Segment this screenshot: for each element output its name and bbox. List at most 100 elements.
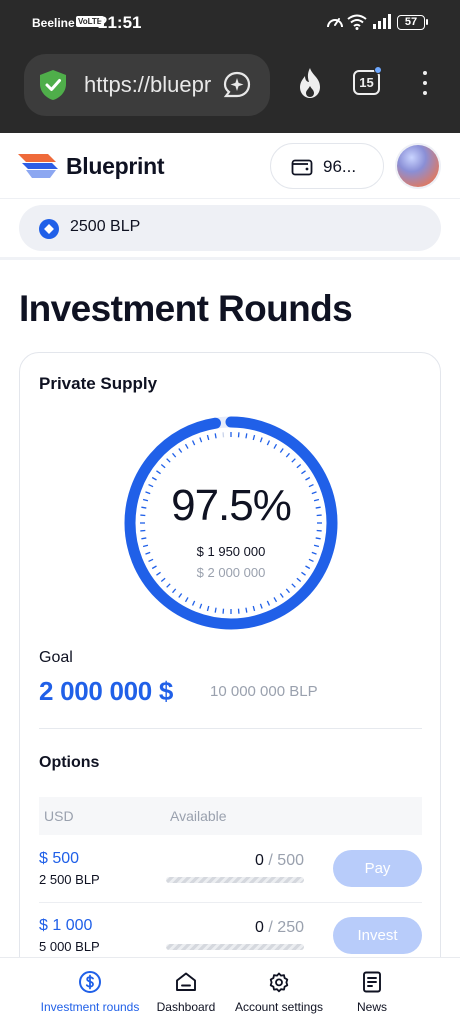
avatar[interactable] [397,145,439,187]
clock: 21:51 [98,13,142,32]
progress-tick [285,452,290,458]
url-text[interactable]: https://blueprint [84,72,212,98]
more-menu-icon[interactable] [422,71,428,101]
column-header-available: Available [170,808,227,824]
wallet-button[interactable]: 96... [270,143,384,189]
progress-tick [301,470,306,475]
table-row: $ 500 2 500 BLP 0 / 500 Pay [39,836,422,903]
brand-name[interactable]: Blueprint [66,153,165,180]
options-title: Options [39,754,100,771]
investment-round-card: Private Supply 97.5% $ 1 950 000 $ 2 000… [19,352,441,992]
progress-tick [259,603,263,609]
token-icon [39,219,59,239]
pay-button[interactable]: Pay [333,850,422,887]
page-title: Investment Rounds [19,288,353,329]
divider [0,257,460,260]
nav-news[interactable]: News [340,958,404,1024]
progress-tick [214,433,217,439]
progress-tick [166,583,171,588]
wallet-icon [291,159,313,176]
progress-tick [279,448,284,453]
availability-bar [166,944,304,950]
nav-label: Account settings [234,1000,324,1014]
dollar-circle-icon [79,971,101,993]
browser-toolbar: https://blueprint 15 [0,46,460,133]
tab-notification-dot [374,66,382,74]
nav-account-settings[interactable]: Account settings [228,958,330,1024]
gear-icon [269,972,289,993]
home-icon [176,972,196,991]
signal-icon [373,14,391,29]
status-bar: Beeline VoLTE 21:51 57 [0,0,460,46]
progress-tick [160,464,166,469]
progress-tick [141,537,147,540]
progress-tick [214,607,217,613]
card-divider [39,728,422,729]
assistant-icon[interactable] [222,70,252,100]
progress-tick [308,558,314,563]
progress-tick [166,458,171,463]
progress-tick [156,470,161,475]
progress-tick [245,607,248,613]
nav-investment-rounds[interactable]: Investment rounds [32,958,148,1024]
progress-tick [191,440,196,446]
option-availability: 0 / 250 [255,919,304,936]
progress-tick [252,605,256,612]
progress-tick [206,434,210,441]
option-usd: $ 500 [39,850,80,867]
progress-tick [172,588,177,594]
progress-tick [315,537,321,540]
progress-tick [151,476,157,481]
progress-tick [184,597,189,603]
progress-tick [266,440,271,446]
bottom-navigation: Investment rounds Dashboard Account sett… [0,957,460,1024]
progress-tick [206,605,210,612]
wallet-balance: 96... [323,157,357,176]
progress-tick [296,464,302,469]
battery-indicator: 57 [397,15,428,30]
progress-tick [305,476,311,481]
progress-tick [291,583,296,588]
progress-tick [273,597,278,603]
option-blp: 5 000 BLP [39,939,100,954]
nav-label: Investment rounds [40,1000,140,1014]
nav-label: News [356,1000,387,1014]
progress-tick [184,443,189,449]
shield-check-icon [40,70,66,100]
address-bar[interactable]: https://blueprint [24,54,270,116]
progress-tick [291,458,296,463]
availability-bar [166,877,304,883]
progress-tick [259,437,263,443]
progress-tick [245,433,248,439]
flame-icon[interactable] [295,66,325,100]
progress-tick [172,452,177,458]
wifi-icon [347,14,367,30]
app-header: Blueprint 96... [0,133,460,199]
speedometer-icon [327,18,343,28]
option-availability: 0 / 500 [255,852,304,869]
progress-tick [273,443,278,449]
token-balance-pill: 2500 BLP [19,205,441,251]
nav-label: Dashboard [156,1000,216,1014]
blueprint-logo-icon[interactable] [18,153,58,179]
option-usd: $ 1 000 [39,917,93,934]
progress-tick [178,593,183,598]
progress-tick [285,588,290,594]
carrier-name: Beeline [32,16,75,30]
progress-tick [178,448,183,453]
balance-value: 2500 BLP [70,218,141,235]
progress-tick [191,600,196,606]
nav-dashboard[interactable]: Dashboard [148,958,224,1024]
progress-tick [148,558,154,563]
goal-usd: 2 000 000 $ [39,676,174,706]
progress-tick [266,600,271,606]
document-icon [363,971,381,993]
progress-tick [199,603,203,609]
progress-tick [279,593,284,598]
invest-button[interactable]: Invest [333,917,422,954]
raised-amount: $ 1 950 000 [196,544,266,559]
goal-blp: 10 000 000 BLP [210,683,318,700]
goal-label: Goal [39,649,73,666]
progress-percent: 97.5% [171,481,292,530]
progress-tick [252,434,256,441]
